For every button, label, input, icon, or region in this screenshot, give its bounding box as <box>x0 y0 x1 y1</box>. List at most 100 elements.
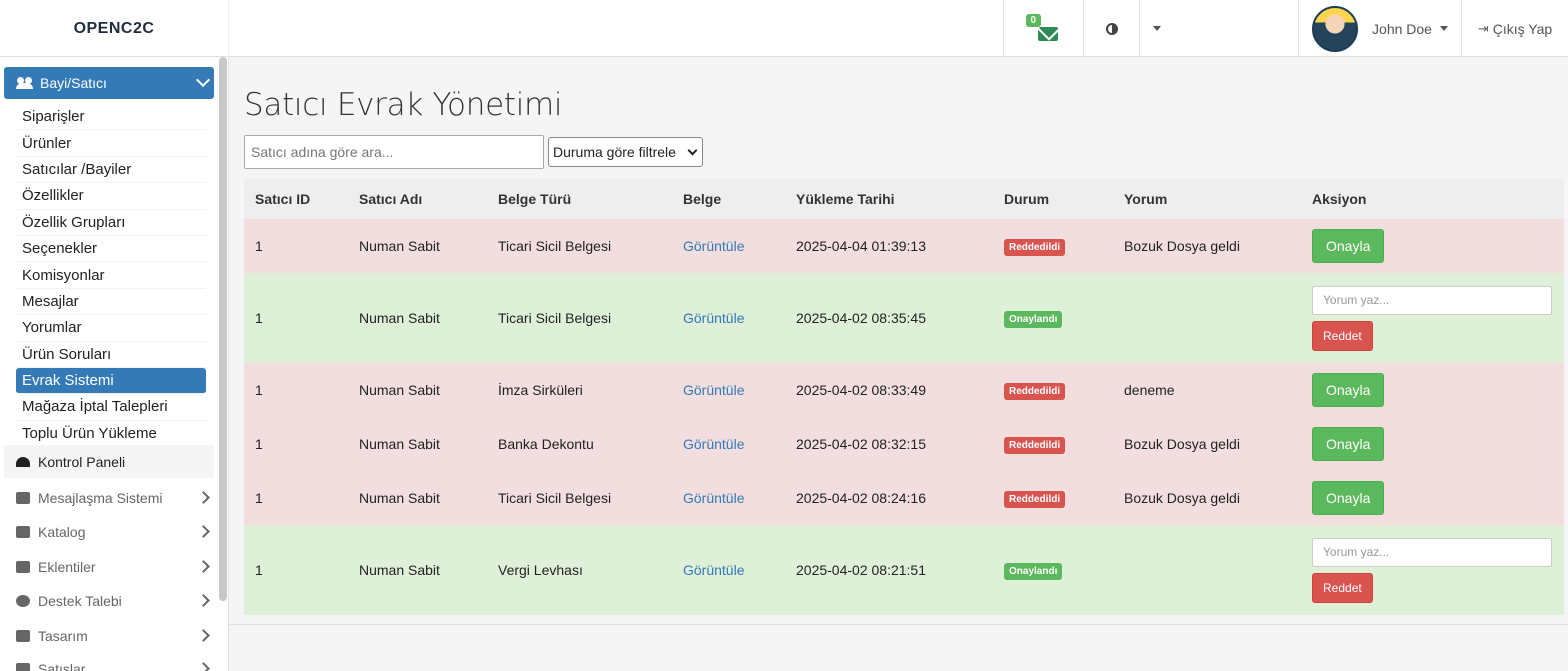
user-menu[interactable]: John Doe <box>1298 0 1461 57</box>
table-header-row: Satıcı ID Satıcı Adı Belge Türü Belge Yü… <box>244 179 1564 219</box>
puzzle-icon <box>16 561 30 573</box>
chevron-right-icon <box>197 629 210 642</box>
sidebar-item-toplu-urun[interactable]: Toplu Ürün Yükleme <box>16 420 206 448</box>
brand-logo[interactable]: OPENC2C <box>0 0 229 57</box>
comment-input[interactable] <box>1312 537 1552 567</box>
status-badge: Reddedildi <box>1004 490 1066 508</box>
sidebar-item-label: Katalog <box>38 524 86 540</box>
view-document-link[interactable]: Görüntüle <box>683 382 744 398</box>
column-header: Yükleme Tarihi <box>785 179 993 219</box>
cell-type: İmza Sirküleri <box>487 363 672 417</box>
cart-icon <box>16 663 30 671</box>
mail-count-badge: 0 <box>1025 13 1042 27</box>
table-row: 1 Numan Sabit İmza Sirküleri Görüntüle 2… <box>244 363 1564 417</box>
sidebar-scrollbar[interactable] <box>219 57 227 601</box>
cell-id: 1 <box>244 525 348 615</box>
cell-comment: Bozuk Dosya geldi <box>1113 219 1301 273</box>
sidebar-item-destek[interactable]: Destek Talebi <box>4 586 214 616</box>
monitor-icon <box>16 630 30 642</box>
sidebar-item-kontrol-paneli[interactable]: Kontrol Paneli <box>4 445 214 478</box>
view-document-link[interactable]: Görüntüle <box>683 310 744 326</box>
sidebar-item-urunler[interactable]: Ürünler <box>16 130 206 157</box>
sidebar-item-katalog[interactable]: Katalog <box>4 517 214 547</box>
view-document-link[interactable]: Görüntüle <box>683 238 744 254</box>
cell-id: 1 <box>244 273 348 363</box>
comment-input[interactable] <box>1312 285 1552 315</box>
column-header: Durum <box>993 179 1113 219</box>
approve-button[interactable]: Onayla <box>1312 373 1385 407</box>
column-header: Aksiyon <box>1301 179 1564 219</box>
cell-name: Numan Sabit <box>348 219 487 273</box>
messages-button[interactable]: 0 <box>1003 0 1083 57</box>
caret-down-icon <box>1152 26 1161 31</box>
cell-comment: deneme <box>1113 363 1301 417</box>
sidebar-item-secenekler[interactable]: Seçenekler <box>16 235 206 263</box>
sidebar-submenu: Siparişler Ürünler Satıcılar /Bayiler Öz… <box>16 104 206 448</box>
table-row: 1 Numan Sabit Banka Dekontu Görüntüle 20… <box>244 417 1564 471</box>
chevron-right-icon <box>197 560 210 573</box>
theme-toggle-button[interactable] <box>1083 0 1139 57</box>
sidebar-item-mesajlasma[interactable]: Mesajlaşma Sistemi <box>4 483 214 513</box>
cell-name: Numan Sabit <box>348 273 487 363</box>
sidebar-item-ozellik-gruplari[interactable]: Özellik Grupları <box>16 209 206 236</box>
sidebar-section-bayi-satici[interactable]: Bayi/Satıcı <box>4 67 214 99</box>
sidebar-item-tasarim[interactable]: Tasarım <box>4 621 214 651</box>
cell-type: Banka Dekontu <box>487 417 672 471</box>
sidebar-item-magaza-iptal[interactable]: Mağaza İptal Talepleri <box>16 394 206 421</box>
logout-label: Çıkış Yap <box>1492 20 1553 37</box>
column-header: Satıcı ID <box>244 179 348 219</box>
reject-button[interactable]: Reddet <box>1312 320 1373 351</box>
cell-date: 2025-04-04 01:39:13 <box>785 219 993 273</box>
sidebar-section-label: Bayi/Satıcı <box>40 75 107 91</box>
cell-name: Numan Sabit <box>348 363 487 417</box>
sidebar-item-label: Mesajlaşma Sistemi <box>38 490 163 506</box>
status-badge: Reddedildi <box>1004 436 1066 454</box>
sidebar-item-label: Kontrol Paneli <box>38 453 126 470</box>
envelope-icon <box>1037 26 1058 41</box>
users-icon <box>16 77 34 89</box>
sidebar-item-ozellikler[interactable]: Özellikler <box>16 183 206 210</box>
status-filter-value: Duruma göre filtrele <box>553 144 676 160</box>
approve-button[interactable]: Onayla <box>1312 427 1385 461</box>
sidebar-item-label: Tasarım <box>38 628 88 644</box>
view-document-link[interactable]: Görüntüle <box>683 490 744 506</box>
sidebar-item-siparisler[interactable]: Siparişler <box>16 104 206 131</box>
sidebar-item-yorumlar[interactable]: Yorumlar <box>16 315 206 342</box>
header-dropdown-toggle[interactable] <box>1139 0 1173 57</box>
sidebar-item-urun-sorulari[interactable]: Ürün Soruları <box>16 341 206 368</box>
sidebar-item-mesajlar[interactable]: Mesajlar <box>16 288 206 316</box>
caret-down-icon <box>1439 26 1448 31</box>
logout-button[interactable]: ⇥ Çıkış Yap <box>1461 0 1568 57</box>
sidebar-item-saticilar[interactable]: Satıcılar /Bayiler <box>16 156 206 184</box>
sidebar-item-evrak-sistemi[interactable]: Evrak Sistemi <box>16 367 206 395</box>
approve-button[interactable]: Onayla <box>1312 481 1385 515</box>
column-header: Belge <box>672 179 785 219</box>
cell-name: Numan Sabit <box>348 525 487 615</box>
reject-button[interactable]: Reddet <box>1312 572 1373 603</box>
table-row: 1 Numan Sabit Ticari Sicil Belgesi Görün… <box>244 219 1564 273</box>
status-filter-select[interactable]: Duruma göre filtrele <box>548 137 703 167</box>
table-row: 1 Numan Sabit Ticari Sicil Belgesi Görün… <box>244 273 1564 363</box>
cell-date: 2025-04-02 08:35:45 <box>785 273 993 363</box>
column-header: Satıcı Adı <box>348 179 487 219</box>
view-document-link[interactable]: Görüntüle <box>683 562 744 578</box>
sidebar-item-satislar[interactable]: Satışlar <box>4 654 214 671</box>
cell-type: Ticari Sicil Belgesi <box>487 219 672 273</box>
documents-table: Satıcı ID Satıcı Adı Belge Türü Belge Yü… <box>244 179 1564 615</box>
cell-date: 2025-04-02 08:32:15 <box>785 417 993 471</box>
column-header: Yorum <box>1113 179 1301 219</box>
cell-id: 1 <box>244 219 348 273</box>
cell-name: Numan Sabit <box>348 471 487 525</box>
approve-button[interactable]: Onayla <box>1312 229 1385 263</box>
cell-id: 1 <box>244 471 348 525</box>
chevron-right-icon <box>197 594 210 607</box>
sidebar-item-label: Destek Talebi <box>38 593 122 609</box>
envelope-icon <box>16 492 30 504</box>
sidebar-item-eklentiler[interactable]: Eklentiler <box>4 552 214 582</box>
sidebar-item-komisyonlar[interactable]: Komisyonlar <box>16 262 206 289</box>
search-input[interactable] <box>244 135 544 169</box>
avatar <box>1312 5 1359 52</box>
dashboard-icon <box>16 456 30 467</box>
view-document-link[interactable]: Görüntüle <box>683 436 744 452</box>
life-ring-icon <box>16 595 30 607</box>
